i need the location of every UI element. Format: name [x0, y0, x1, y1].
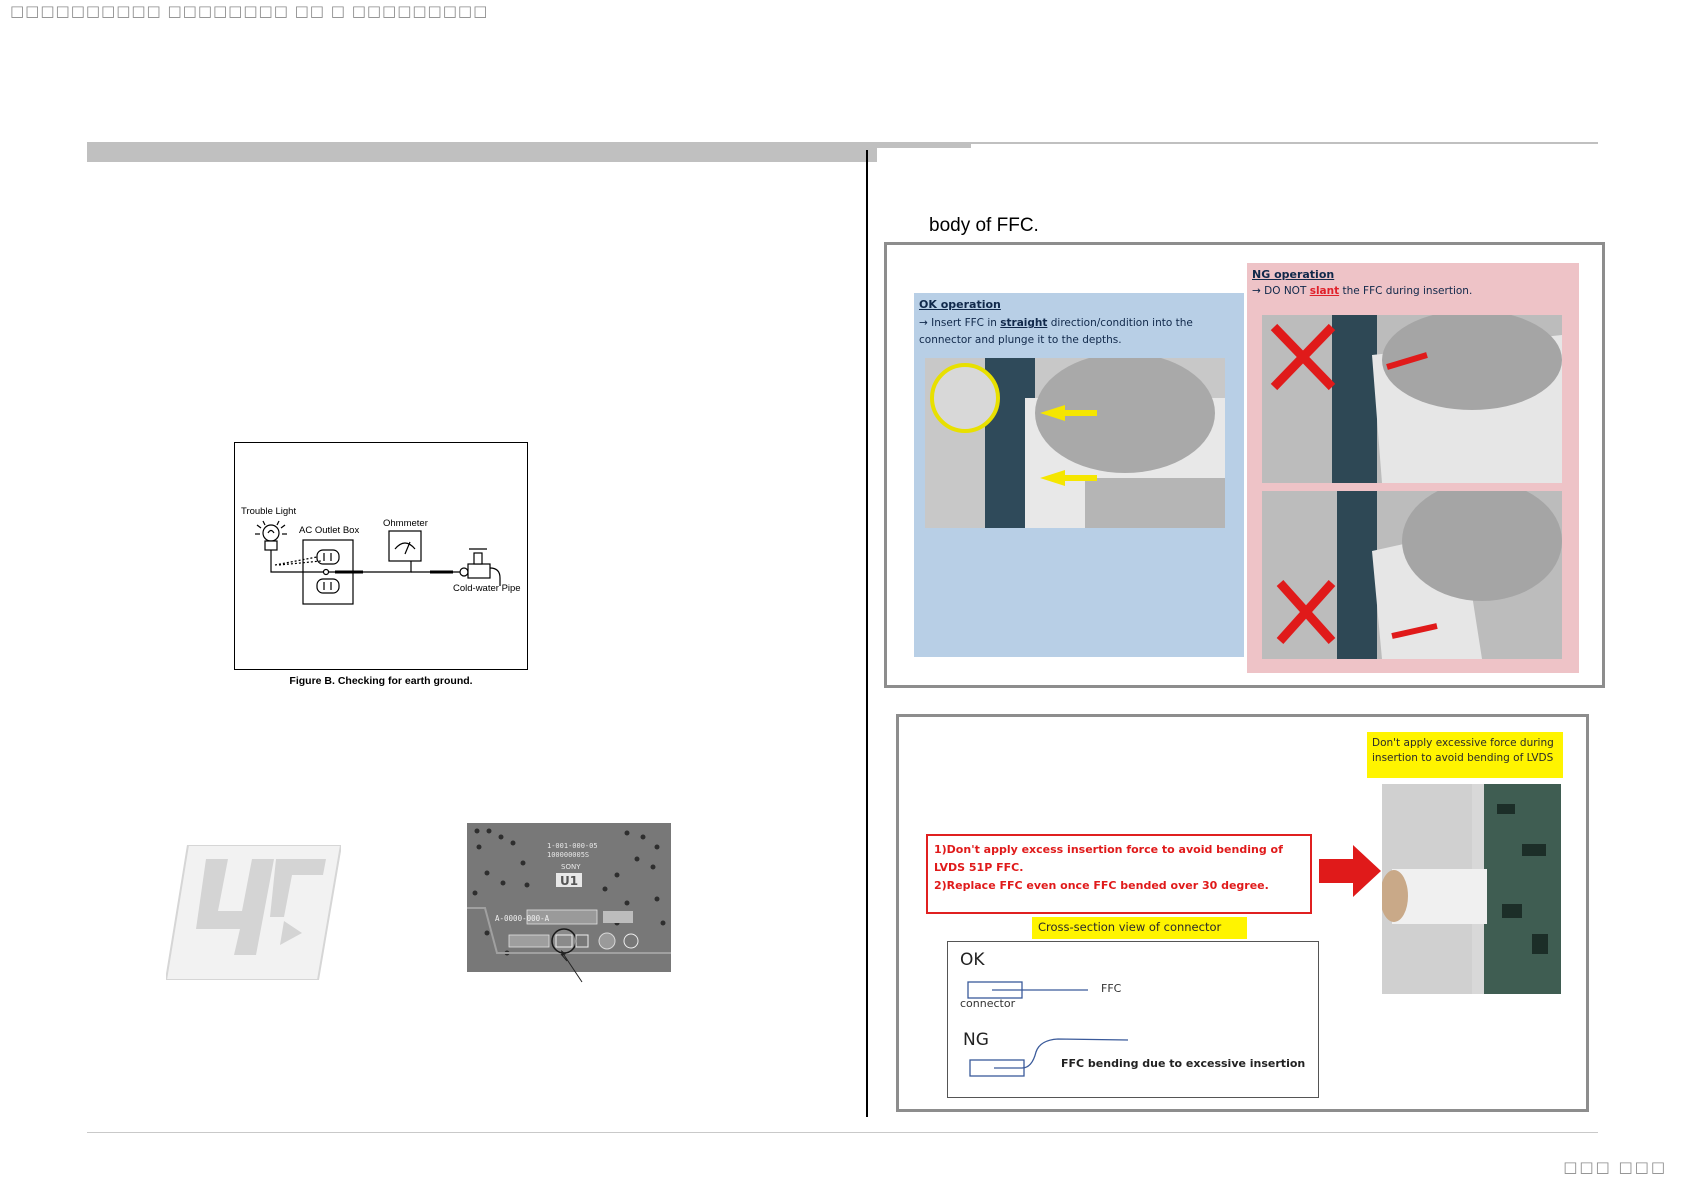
ok-operation-panel: OK operation → Insert FFC in straight di…	[914, 293, 1244, 657]
bending-warning-box: 1)Don't apply excess insertion force to …	[926, 834, 1312, 914]
section-title-bar-tail	[877, 142, 971, 148]
ng-photo-bottom	[1262, 491, 1562, 659]
earth-ground-diagram: Trouble Light AC Outlet Box Ohmmeter Col…	[241, 506, 521, 605]
right-arrow-icon	[1319, 845, 1381, 897]
label-cold-water-pipe: Cold-water Pipe	[453, 583, 521, 594]
label-ac-outlet-box: AC Outlet Box	[299, 525, 359, 536]
cross-section-diagram: OK FFC connector NG FFC bending due to e…	[947, 941, 1319, 1098]
bending-warning-line2: 2)Replace FFC even once FFC bended over …	[934, 879, 1269, 892]
bending-warning-line1: 1)Don't apply excess insertion force to …	[934, 843, 1283, 874]
lvds-photo	[1382, 784, 1561, 994]
ok-text-before: → Insert FFC in	[919, 317, 1001, 329]
figure-earth-ground: Trouble Light AC Outlet Box Ohmmeter Col…	[234, 442, 528, 670]
body-text-fragment: body of FFC.	[929, 215, 1039, 236]
ok-operation-text: → Insert FFC in straight direction/condi…	[919, 315, 1239, 349]
pointer-arrow-icon	[561, 950, 583, 983]
ok-text-emphasis: straight	[1000, 317, 1048, 329]
ng-photo-bottom-image	[1262, 491, 1562, 659]
lvds-photo-image	[1382, 784, 1561, 994]
cross-section-title: Cross-section view of connector	[1032, 917, 1247, 939]
column-divider	[866, 150, 868, 1117]
ok-photo	[925, 358, 1225, 528]
figure-ffc-bending: 1)Don't apply excess insertion force to …	[896, 714, 1589, 1112]
section-title-bar	[87, 142, 877, 162]
ng-photo-top	[1262, 315, 1562, 483]
trouble-light-icon	[255, 520, 287, 565]
ok-photo-image	[925, 358, 1225, 528]
cross-section-lines	[967, 981, 1129, 1077]
page-number: □□□ □□□	[1563, 1158, 1667, 1176]
photo-note: Don't apply excessive force during inser…	[1367, 732, 1563, 778]
ng-operation-text: → DO NOT slant the FFC during insertion.	[1252, 283, 1572, 300]
ok-operation-title: OK operation	[919, 298, 1001, 311]
figure-ffc-insertion: OK operation → Insert FFC in straight di…	[884, 242, 1605, 688]
label-ohmmeter: Ohmmeter	[383, 518, 428, 529]
board-brand: SONY	[561, 863, 581, 871]
ng-text-after: the FFC during insertion.	[1339, 285, 1473, 297]
ng-text-emphasis: slant	[1309, 285, 1340, 297]
board-part-number: A-0000-000-A	[495, 914, 550, 923]
ng-operation-title: NG operation	[1252, 268, 1335, 281]
ng-operation-panel: NG operation → DO NOT slant the FFC duri…	[1247, 263, 1579, 673]
ng-photo-top-image	[1262, 315, 1562, 483]
board-text-line1: 1-001-000-05	[547, 842, 598, 850]
label-trouble-light: Trouble Light	[241, 506, 296, 517]
cold-water-pipe-icon	[459, 548, 501, 586]
page-header-text: □□□□□□□□□□ □□□□□□□□ □□ □ □□□□□□□□□	[10, 2, 489, 20]
header-rule-right	[971, 142, 1598, 144]
ohmmeter-icon	[388, 530, 422, 562]
lead-free-logo	[164, 844, 343, 981]
figure-b-caption: Figure B. Checking for earth ground.	[289, 675, 473, 687]
board-text-line2: 100000005S	[547, 851, 589, 859]
board-ref: U1	[560, 874, 578, 888]
footer-rule	[87, 1132, 1598, 1133]
lead-free-mark-icon	[164, 844, 343, 981]
ng-text-before: → DO NOT	[1252, 285, 1310, 297]
